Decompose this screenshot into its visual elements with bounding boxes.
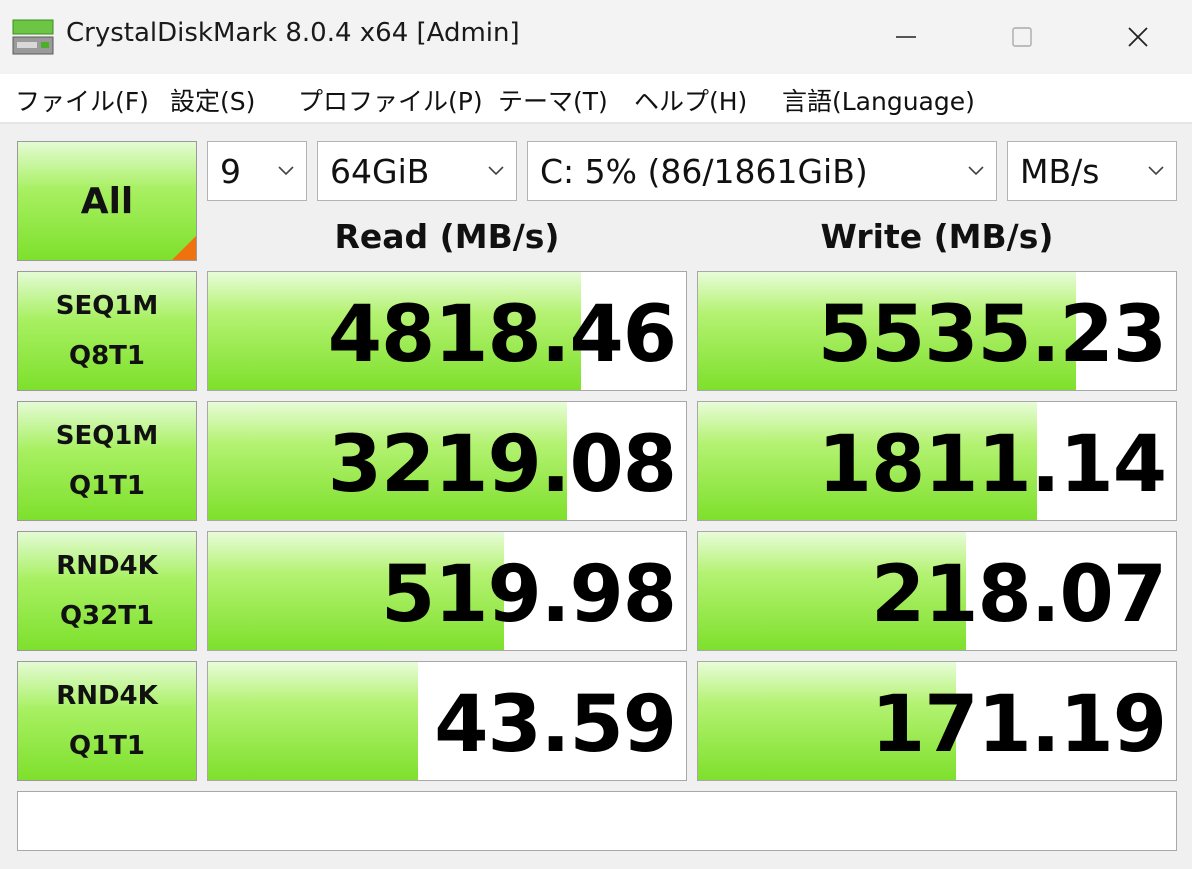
minimize-button[interactable]	[848, 0, 964, 74]
result-value: 3219.08	[327, 420, 677, 510]
comment-field[interactable]	[17, 791, 1177, 851]
test-button-seq1m-q1t1[interactable]: SEQ1M Q1T1	[17, 401, 197, 521]
test-label-line1: RND4K	[56, 681, 158, 711]
count-select[interactable]: 9	[207, 141, 307, 201]
test-button-rnd4k-q32t1[interactable]: RND4K Q32T1	[17, 531, 197, 651]
result-value: 4818.46	[327, 290, 677, 380]
maximize-icon	[1012, 27, 1032, 47]
menu-theme[interactable]: テーマ(T)	[498, 82, 608, 118]
close-button[interactable]	[1080, 0, 1192, 74]
chevron-down-icon	[1148, 166, 1164, 176]
window-title: CrystalDiskMark 8.0.4 x64 [Admin]	[66, 18, 520, 48]
menu-profile[interactable]: プロファイル(P)	[298, 82, 483, 118]
chevron-down-icon	[488, 166, 504, 176]
write-header: Write (MB/s)	[820, 217, 1054, 256]
read-result-rnd4k-q1t1: 43.59	[207, 661, 687, 781]
result-value: 171.19	[871, 680, 1167, 770]
main-panel: All 9 64GiB C: 5% (86/1861GiB) MB/s Read…	[0, 124, 1192, 869]
result-value: 218.07	[871, 550, 1167, 640]
test-label-line2: Q1T1	[68, 471, 146, 501]
read-header: Read (MB/s)	[334, 217, 560, 256]
drive-value: C: 5% (86/1861GiB)	[540, 152, 868, 191]
all-button-label: All	[80, 180, 134, 222]
menu-language[interactable]: 言語(Language)	[782, 82, 975, 118]
maximize-button[interactable]	[964, 0, 1080, 74]
write-result-rnd4k-q32t1: 218.07	[697, 531, 1177, 651]
test-label-line1: SEQ1M	[55, 421, 159, 451]
chevron-down-icon	[968, 166, 984, 176]
result-value: 43.59	[434, 680, 677, 770]
result-value: 1811.14	[817, 420, 1167, 510]
result-value: 5535.23	[817, 290, 1167, 380]
write-result-seq1m-q8t1: 5535.23	[697, 271, 1177, 391]
read-result-rnd4k-q32t1: 519.98	[207, 531, 687, 651]
result-value: 519.98	[381, 550, 677, 640]
disk-icon	[12, 19, 54, 55]
menu-help[interactable]: ヘルプ(H)	[634, 82, 747, 118]
write-result-seq1m-q1t1: 1811.14	[697, 401, 1177, 521]
test-button-rnd4k-q1t1[interactable]: RND4K Q1T1	[17, 661, 197, 781]
drive-select[interactable]: C: 5% (86/1861GiB)	[527, 141, 997, 201]
chevron-down-icon	[278, 166, 294, 176]
read-result-seq1m-q1t1: 3219.08	[207, 401, 687, 521]
minimize-icon	[896, 36, 916, 38]
test-label-line2: Q8T1	[68, 341, 146, 371]
menu-settings[interactable]: 設定(S)	[170, 82, 255, 118]
test-label-line2: Q32T1	[59, 601, 155, 631]
write-result-rnd4k-q1t1: 171.19	[697, 661, 1177, 781]
read-result-seq1m-q8t1: 4818.46	[207, 271, 687, 391]
close-icon	[1128, 27, 1148, 47]
result-bar	[208, 662, 419, 780]
test-label-line1: SEQ1M	[55, 291, 159, 321]
unit-select[interactable]: MB/s	[1007, 141, 1177, 201]
menu-bar: ファイル(F) 設定(S) プロファイル(P) テーマ(T) ヘルプ(H) 言語…	[0, 74, 1192, 124]
corner-marker	[172, 236, 196, 260]
test-label-line2: Q1T1	[68, 731, 146, 761]
menu-file[interactable]: ファイル(F)	[15, 82, 149, 118]
title-bar: CrystalDiskMark 8.0.4 x64 [Admin]	[0, 0, 1192, 74]
test-button-seq1m-q8t1[interactable]: SEQ1M Q8T1	[17, 271, 197, 391]
size-value: 64GiB	[330, 152, 430, 191]
test-label-line1: RND4K	[56, 551, 158, 581]
all-button[interactable]: All	[17, 141, 197, 261]
unit-value: MB/s	[1020, 152, 1100, 191]
size-select[interactable]: 64GiB	[317, 141, 517, 201]
count-value: 9	[220, 152, 241, 191]
